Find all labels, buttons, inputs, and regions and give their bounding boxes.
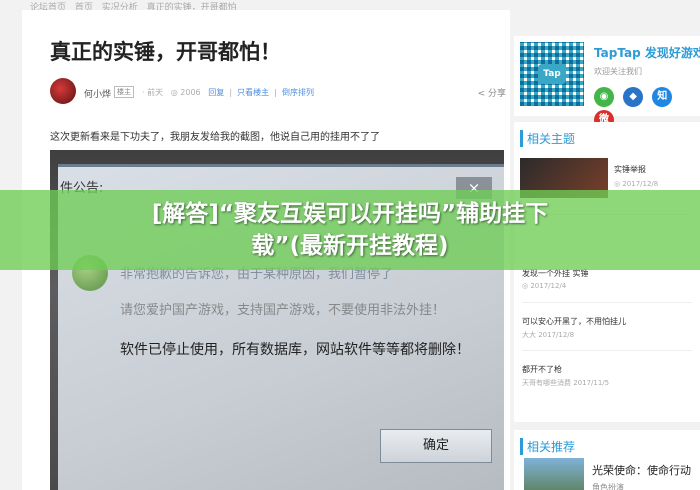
dialog-ok-button: 确定: [380, 429, 492, 463]
only-author-link[interactable]: 只看楼主: [237, 88, 269, 97]
taptap-subtitle: 欢迎关注我们: [594, 67, 642, 76]
related-topic-title[interactable]: 可以安心开黑了，不用怕挂儿: [522, 316, 626, 327]
taptap-logo: Tap: [538, 64, 566, 84]
game-title[interactable]: 光荣使命：使命行动: [592, 462, 691, 478]
game-thumbnail[interactable]: [524, 458, 584, 490]
meta-info: · 前天 ◎ 2006 回复 | 只看楼主 | 倒序排列: [142, 88, 315, 97]
qq-icon[interactable]: ◆: [623, 87, 644, 107]
dialog-line: 请您爱护国产游戏，支持国产游戏，不要使用非法外挂！: [120, 303, 446, 318]
taptap-name[interactable]: TapTap 发现好游戏: [594, 44, 700, 61]
author-name[interactable]: 何小烨: [84, 87, 111, 100]
avatar[interactable]: [50, 78, 76, 104]
related-topic-title[interactable]: 都开不了枪: [522, 364, 562, 375]
related-topic-title[interactable]: 实锤举报: [614, 164, 646, 175]
breadcrumb: 论坛首页 首页 实况分析 真正的实锤，开哥都怕: [30, 0, 243, 13]
post-time: · 前天: [142, 88, 164, 97]
post-lead: 这次更新看来是下功夫了，我朋友发给我的截图，他说自己用的挂用不了了: [50, 132, 380, 143]
qr-code: Tap: [520, 42, 584, 106]
divider: [522, 302, 692, 303]
view-count: ◎ 2006: [170, 88, 201, 97]
share-icon: <: [477, 89, 486, 99]
related-topic-date: 天哥有哪些消费 2017/11/5: [522, 379, 610, 387]
related-topic-date: ◎ 2017/12/8: [614, 180, 659, 188]
related-topic-date: 大大 2017/12/8: [522, 331, 575, 339]
dialog-line: 软件已停止使用，所有数据库，网站软件等等都将删除！: [120, 342, 470, 358]
social-links: ◉ ◆ 知 微: [594, 84, 700, 130]
banner-text: 载”(最新开挂教程): [251, 233, 449, 259]
reply-link[interactable]: 回复: [208, 88, 224, 97]
game-genre: 角色扮演: [592, 483, 624, 490]
recommendations: 相关推荐 光荣使命：使命行动 角色扮演: [514, 430, 700, 490]
page-title: 真正的实锤，开哥都怕！: [50, 40, 281, 64]
author-tag: 楼主: [114, 86, 134, 98]
taptap-card: Tap TapTap 发现好游戏 欢迎关注我们 ◉ ◆ 知 微: [514, 36, 700, 130]
post-meta: 何小烨 楼主 · 前天 ◎ 2006 回复 | 只看楼主 | 倒序排列 < 分享: [50, 78, 510, 106]
page: 论坛首页 首页 实况分析 真正的实锤，开哥都怕 真正的实锤，开哥都怕！ 何小烨 …: [0, 0, 700, 490]
banner-text: [解答]“聚友互娱可以开挂吗”辅助挂下: [151, 201, 549, 227]
headline-banner: [解答]“聚友互娱可以开挂吗”辅助挂下 载”(最新开挂教程): [0, 190, 700, 270]
share-label: 分享: [487, 89, 506, 99]
zhihu-icon[interactable]: 知: [652, 87, 673, 107]
share-button[interactable]: < 分享: [478, 86, 506, 99]
recommendations-title: 相关推荐: [520, 438, 575, 455]
related-topic-date: ◎ 2017/12/4: [522, 282, 567, 290]
related-topics: 相关主题 实锤举报 ◎ 2017/12/8 发现一个外挂 实锤 ◎ 2017/1…: [514, 122, 700, 422]
wechat-icon[interactable]: ◉: [594, 87, 614, 107]
reverse-order-link[interactable]: 倒序排列: [282, 88, 314, 97]
related-topics-title: 相关主题: [520, 130, 575, 147]
divider: [522, 350, 692, 351]
